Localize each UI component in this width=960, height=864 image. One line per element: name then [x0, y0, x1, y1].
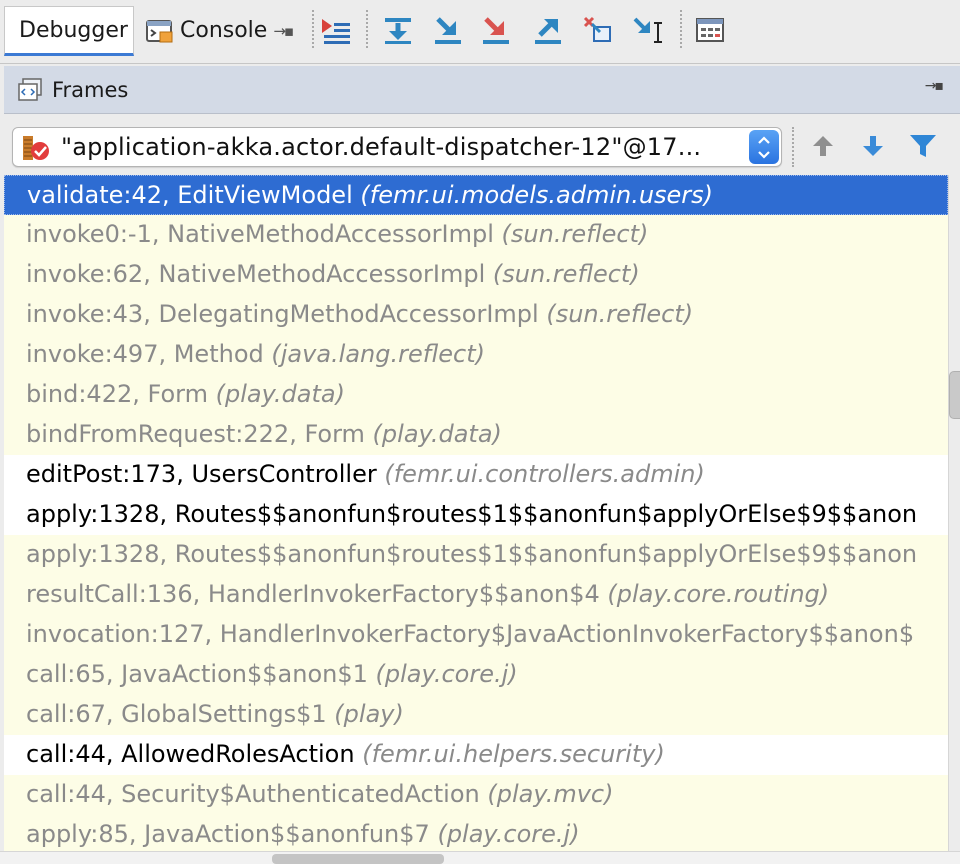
- frame-row[interactable]: call:44, AllowedRolesAction (femr.ui.hel…: [4, 735, 948, 775]
- frame-method: validate:42, EditViewModel: [27, 181, 353, 209]
- step-out-button[interactable]: [530, 12, 566, 48]
- horizontal-scrollbar[interactable]: [0, 851, 960, 864]
- horizontal-scrollbar-thumb[interactable]: [272, 854, 444, 864]
- step-into-button[interactable]: [430, 12, 466, 48]
- show-execution-point-button[interactable]: [318, 12, 354, 48]
- frame-package: (java.lang.reflect): [271, 340, 485, 368]
- frame-method: invocation:127, HandlerInvokerFactory$Ja…: [26, 620, 915, 648]
- frame-method: apply:1328, Routes$$anonfun$routes$1$$an…: [26, 540, 918, 568]
- evaluate-expression-icon: [696, 18, 724, 42]
- filter-icon: [910, 135, 936, 157]
- filter-button[interactable]: [906, 129, 940, 163]
- run-to-cursor-icon: [633, 17, 662, 43]
- frame-package: (sun.reflect): [492, 260, 640, 288]
- frame-method: call:44, Security$AuthenticatedAction: [26, 780, 480, 808]
- frame-package: (sun.reflect): [501, 220, 649, 248]
- frame-method: bind:422, Form: [26, 380, 208, 408]
- arrow-down-icon: [863, 136, 883, 156]
- frame-row[interactable]: resultCall:136, HandlerInvokerFactory$$a…: [4, 575, 948, 615]
- step-into-icon: [435, 17, 461, 44]
- frame-row[interactable]: call:44, Security$AuthenticatedAction (p…: [4, 775, 948, 815]
- step-out-icon: [535, 19, 561, 44]
- frame-package: (femr.ui.controllers.admin): [384, 460, 705, 488]
- toolbar-separator: [366, 10, 368, 48]
- frame-package: (play.data): [215, 380, 345, 408]
- frame-row[interactable]: apply:85, JavaAction$$anonfun$7 (play.co…: [4, 815, 948, 851]
- frame-package: (play.data): [372, 420, 502, 448]
- frame-method: invoke:62, NativeMethodAccessorImpl: [26, 260, 486, 288]
- toolbar-separator: [680, 10, 682, 48]
- tab-console-label: Console: [180, 18, 268, 43]
- drop-frame-button[interactable]: [580, 12, 616, 48]
- frame-package: (play.core.j): [437, 820, 580, 848]
- thread-suspended-icon: [23, 136, 49, 160]
- previous-frame-button[interactable]: [806, 129, 840, 163]
- drop-frame-icon: [583, 16, 611, 42]
- force-step-into-icon: [483, 17, 509, 44]
- frame-row[interactable]: invoke:43, DelegatingMethodAccessorImpl …: [4, 295, 948, 335]
- toolbar-separator: [792, 127, 794, 167]
- frame-row[interactable]: invocation:127, HandlerInvokerFactory$Ja…: [4, 615, 948, 655]
- thread-selector[interactable]: "application-akka.actor.default-dispatch…: [12, 127, 782, 167]
- frames-list: validate:42, EditViewModel (femr.ui.mode…: [4, 175, 948, 851]
- frame-package: (sun.reflect): [546, 300, 694, 328]
- frame-package: (play.core.routing): [607, 580, 830, 608]
- frame-method: invoke:43, DelegatingMethodAccessorImpl: [26, 300, 539, 328]
- show-execution-point-icon: [322, 19, 350, 44]
- console-icon: [146, 20, 173, 43]
- arrow-up-icon: [813, 136, 833, 156]
- pin-icon[interactable]: →▪: [273, 7, 294, 55]
- frame-method: invoke0:-1, NativeMethodAccessorImpl: [26, 220, 494, 248]
- step-over-icon: [385, 18, 411, 44]
- frames-icon: [18, 77, 42, 101]
- frame-method: invoke:497, Method: [26, 340, 264, 368]
- chevron-down-icon: [749, 146, 779, 163]
- vertical-scrollbar-thumb[interactable]: [949, 371, 960, 419]
- frame-method: call:67, GlobalSettings$1: [26, 700, 327, 728]
- frame-method: resultCall:136, HandlerInvokerFactory$$a…: [26, 580, 600, 608]
- evaluate-expression-button[interactable]: [692, 12, 728, 48]
- next-frame-button[interactable]: [856, 129, 890, 163]
- frame-package: (play.core.j): [375, 660, 518, 688]
- frame-row[interactable]: apply:1328, Routes$$anonfun$routes$1$$an…: [4, 495, 948, 535]
- pin-icon[interactable]: →▪: [925, 78, 944, 94]
- frame-package: (play.mvc): [487, 780, 614, 808]
- frame-row[interactable]: invoke:62, NativeMethodAccessorImpl (sun…: [4, 255, 948, 295]
- frame-method: call:65, JavaAction$$anon$1: [26, 660, 368, 688]
- frame-row[interactable]: bindFromRequest:222, Form (play.data): [4, 415, 948, 455]
- tab-debugger[interactable]: Debugger: [4, 6, 134, 56]
- frame-method: bindFromRequest:222, Form: [26, 420, 365, 448]
- frame-method: call:44, AllowedRolesAction: [26, 740, 355, 768]
- vertical-scrollbar[interactable]: [948, 175, 960, 851]
- frame-package: (femr.ui.helpers.security): [362, 740, 665, 768]
- thread-selector-value: "application-akka.actor.default-dispatch…: [61, 133, 702, 161]
- dropdown-arrows[interactable]: [749, 130, 779, 164]
- frame-row[interactable]: invoke:497, Method (java.lang.reflect): [4, 335, 948, 375]
- frame-method: apply:85, JavaAction$$anonfun$7: [26, 820, 430, 848]
- frame-row[interactable]: apply:1328, Routes$$anonfun$routes$1$$an…: [4, 535, 948, 575]
- frame-row[interactable]: call:67, GlobalSettings$1 (play): [4, 695, 948, 735]
- frame-row[interactable]: bind:422, Form (play.data): [4, 375, 948, 415]
- frame-row[interactable]: invoke0:-1, NativeMethodAccessorImpl (su…: [4, 215, 948, 255]
- frames-panel-header: Frames →▪: [4, 66, 960, 114]
- frame-method: apply:1328, Routes$$anonfun$routes$1$$an…: [26, 500, 918, 528]
- frame-method: editPost:173, UsersController: [26, 460, 377, 488]
- tab-console[interactable]: Console →▪: [140, 6, 305, 56]
- step-over-button[interactable]: [380, 12, 416, 48]
- run-to-cursor-button[interactable]: [630, 12, 666, 48]
- frame-row[interactable]: call:65, JavaAction$$anon$1 (play.core.j…: [4, 655, 948, 695]
- frame-row[interactable]: editPost:173, UsersController (femr.ui.c…: [4, 455, 948, 495]
- frame-row[interactable]: validate:42, EditViewModel (femr.ui.mode…: [4, 175, 948, 215]
- force-step-into-button[interactable]: [478, 12, 514, 48]
- frames-title: Frames: [52, 77, 129, 102]
- toolbar-separator: [312, 10, 314, 48]
- frame-package: (femr.ui.models.admin.users): [360, 181, 714, 209]
- debugger-toolbar: Debugger Console →▪: [0, 0, 960, 64]
- thread-selector-row: "application-akka.actor.default-dispatch…: [4, 115, 960, 175]
- frame-package: (play): [334, 700, 404, 728]
